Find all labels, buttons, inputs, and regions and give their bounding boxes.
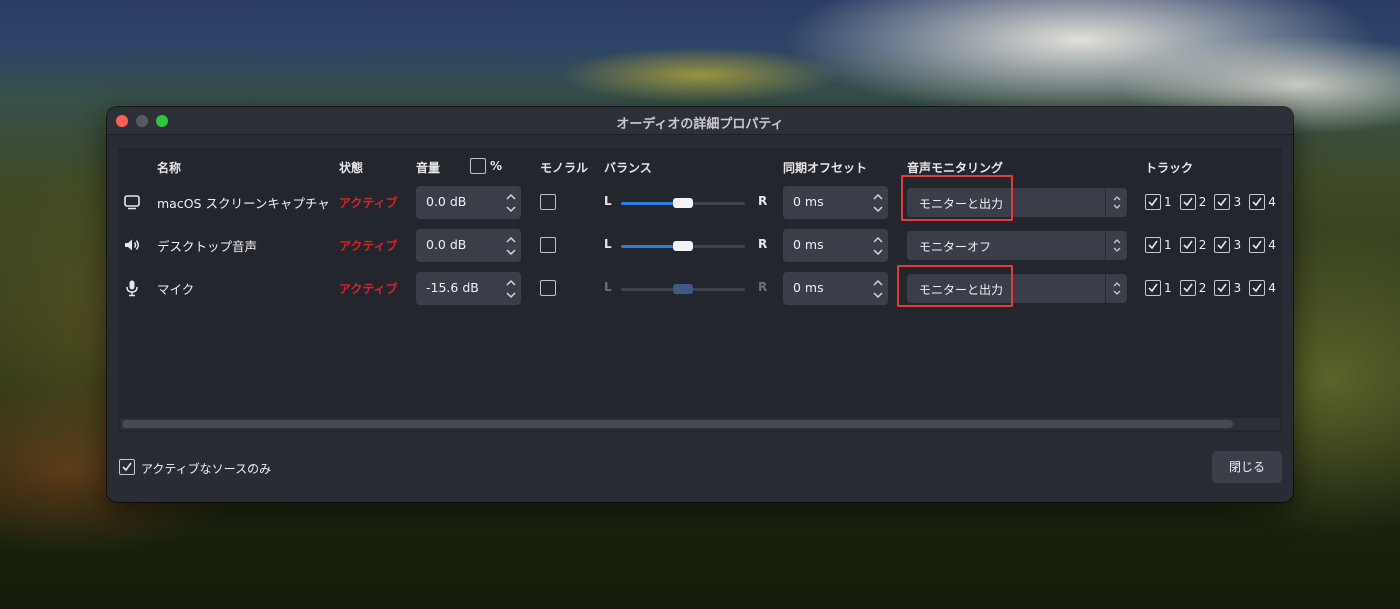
highlight-box <box>901 175 1013 221</box>
balance-left-label: L <box>604 280 612 294</box>
active-only-checkbox[interactable] <box>119 459 135 475</box>
sync-offset-spinbox[interactable]: 0 ms <box>783 272 888 305</box>
volume-percent-checkbox[interactable] <box>470 158 486 174</box>
chevron-updown-icon <box>1113 282 1121 295</box>
header-monitoring: 音声モニタリング <box>907 161 1004 175</box>
audio-properties-window: オーディオの詳細プロパティ 名称 状態 音量 % モノラル バランス 同期オフセ… <box>107 107 1293 502</box>
header-mono: モノラル <box>540 161 589 175</box>
display-icon <box>122 193 142 211</box>
track-1-checkbox[interactable]: 1 <box>1145 194 1172 213</box>
volume-spinbox[interactable]: 0.0 dB <box>416 186 521 219</box>
audio-sources-table: 名称 状態 音量 % モノラル バランス 同期オフセット 音声モニタリング トラ… <box>118 148 1282 432</box>
track-3-checkbox[interactable]: 3 <box>1214 280 1241 299</box>
spin-arrows-icon[interactable] <box>505 191 517 215</box>
scrollbar-thumb[interactable] <box>122 420 1233 428</box>
track-2-checkbox[interactable]: 2 <box>1179 194 1206 213</box>
track-2-checkbox[interactable]: 2 <box>1179 237 1206 256</box>
volume-spinbox[interactable]: -15.6 dB <box>416 272 521 305</box>
track-checkboxes: 1 2 3 4 <box>1145 194 1279 212</box>
volume-value: 0.0 dB <box>426 194 467 209</box>
header-tracks: トラック <box>1145 161 1194 175</box>
close-button[interactable]: 閉じる <box>1212 451 1282 483</box>
sync-offset-value: 0 ms <box>793 237 824 252</box>
source-name: デスクトップ音声 <box>157 239 258 254</box>
sync-offset-spinbox[interactable]: 0 ms <box>783 186 888 219</box>
balance-right-label: R <box>758 280 768 294</box>
header-status: 状態 <box>339 161 364 175</box>
track-checkboxes: 1 2 3 4 <box>1145 237 1279 255</box>
mono-checkbox[interactable] <box>540 237 556 253</box>
volume-value: 0.0 dB <box>426 237 467 252</box>
volume-spinbox[interactable]: 0.0 dB <box>416 229 521 262</box>
table-row: マイク アクティブ -15.6 dB L R 0 ms モニターと出力 1 2 … <box>118 265 1282 308</box>
window-title: オーディオの詳細プロパティ <box>616 117 784 132</box>
track-1-checkbox[interactable]: 1 <box>1145 237 1172 256</box>
spin-arrows-icon[interactable] <box>872 191 884 215</box>
chevron-updown-icon <box>1113 239 1121 252</box>
track-checkboxes: 1 2 3 4 <box>1145 280 1279 298</box>
monitoring-value: モニターオフ <box>919 240 992 254</box>
table-row: デスクトップ音声 アクティブ 0.0 dB L R 0 ms モニターオフ 1 … <box>118 225 1282 265</box>
spin-arrows-icon[interactable] <box>505 234 517 258</box>
title-bar: オーディオの詳細プロパティ <box>107 107 1293 135</box>
highlight-box <box>897 265 1013 307</box>
track-4-checkbox[interactable]: 4 <box>1249 237 1276 256</box>
sync-offset-value: 0 ms <box>793 280 824 295</box>
balance-slider[interactable] <box>621 241 745 251</box>
header-volume: 音量 <box>416 161 441 175</box>
status-label: アクティブ <box>339 282 398 296</box>
active-only-label: アクティブなソースのみ <box>141 462 272 476</box>
balance-left-label: L <box>604 194 612 208</box>
spin-arrows-icon[interactable] <box>872 277 884 301</box>
mono-checkbox[interactable] <box>540 280 556 296</box>
track-4-checkbox[interactable]: 4 <box>1249 280 1276 299</box>
balance-slider <box>621 284 745 294</box>
mono-checkbox[interactable] <box>540 194 556 210</box>
balance-right-label: R <box>758 194 768 208</box>
header-name: 名称 <box>157 161 182 175</box>
track-1-checkbox[interactable]: 1 <box>1145 280 1172 299</box>
track-3-checkbox[interactable]: 3 <box>1214 194 1241 213</box>
header-balance: バランス <box>604 161 652 175</box>
spin-arrows-icon[interactable] <box>505 277 517 301</box>
track-2-checkbox[interactable]: 2 <box>1179 280 1206 299</box>
balance-left-label: L <box>604 237 612 251</box>
sync-offset-value: 0 ms <box>793 194 824 209</box>
speaker-icon <box>122 236 142 254</box>
chevron-updown-icon <box>1113 196 1121 209</box>
status-label: アクティブ <box>339 239 398 253</box>
monitoring-dropdown[interactable]: モニターオフ <box>907 231 1127 260</box>
horizontal-scrollbar[interactable] <box>120 418 1280 430</box>
spin-arrows-icon[interactable] <box>872 234 884 258</box>
source-name: マイク <box>157 282 195 297</box>
microphone-icon <box>122 279 142 297</box>
status-label: アクティブ <box>339 196 398 210</box>
balance-right-label: R <box>758 237 768 251</box>
sync-offset-spinbox[interactable]: 0 ms <box>783 229 888 262</box>
header-sync-offset: 同期オフセット <box>783 161 868 175</box>
volume-value: -15.6 dB <box>426 280 479 295</box>
header-percent: % <box>490 159 503 173</box>
track-4-checkbox[interactable]: 4 <box>1249 194 1276 213</box>
track-3-checkbox[interactable]: 3 <box>1214 237 1241 256</box>
table-row: macOS スクリーンキャプチャ アクティブ 0.0 dB L R 0 ms モ… <box>118 175 1282 222</box>
balance-slider[interactable] <box>621 198 745 208</box>
source-name: macOS スクリーンキャプチャ <box>157 196 330 211</box>
